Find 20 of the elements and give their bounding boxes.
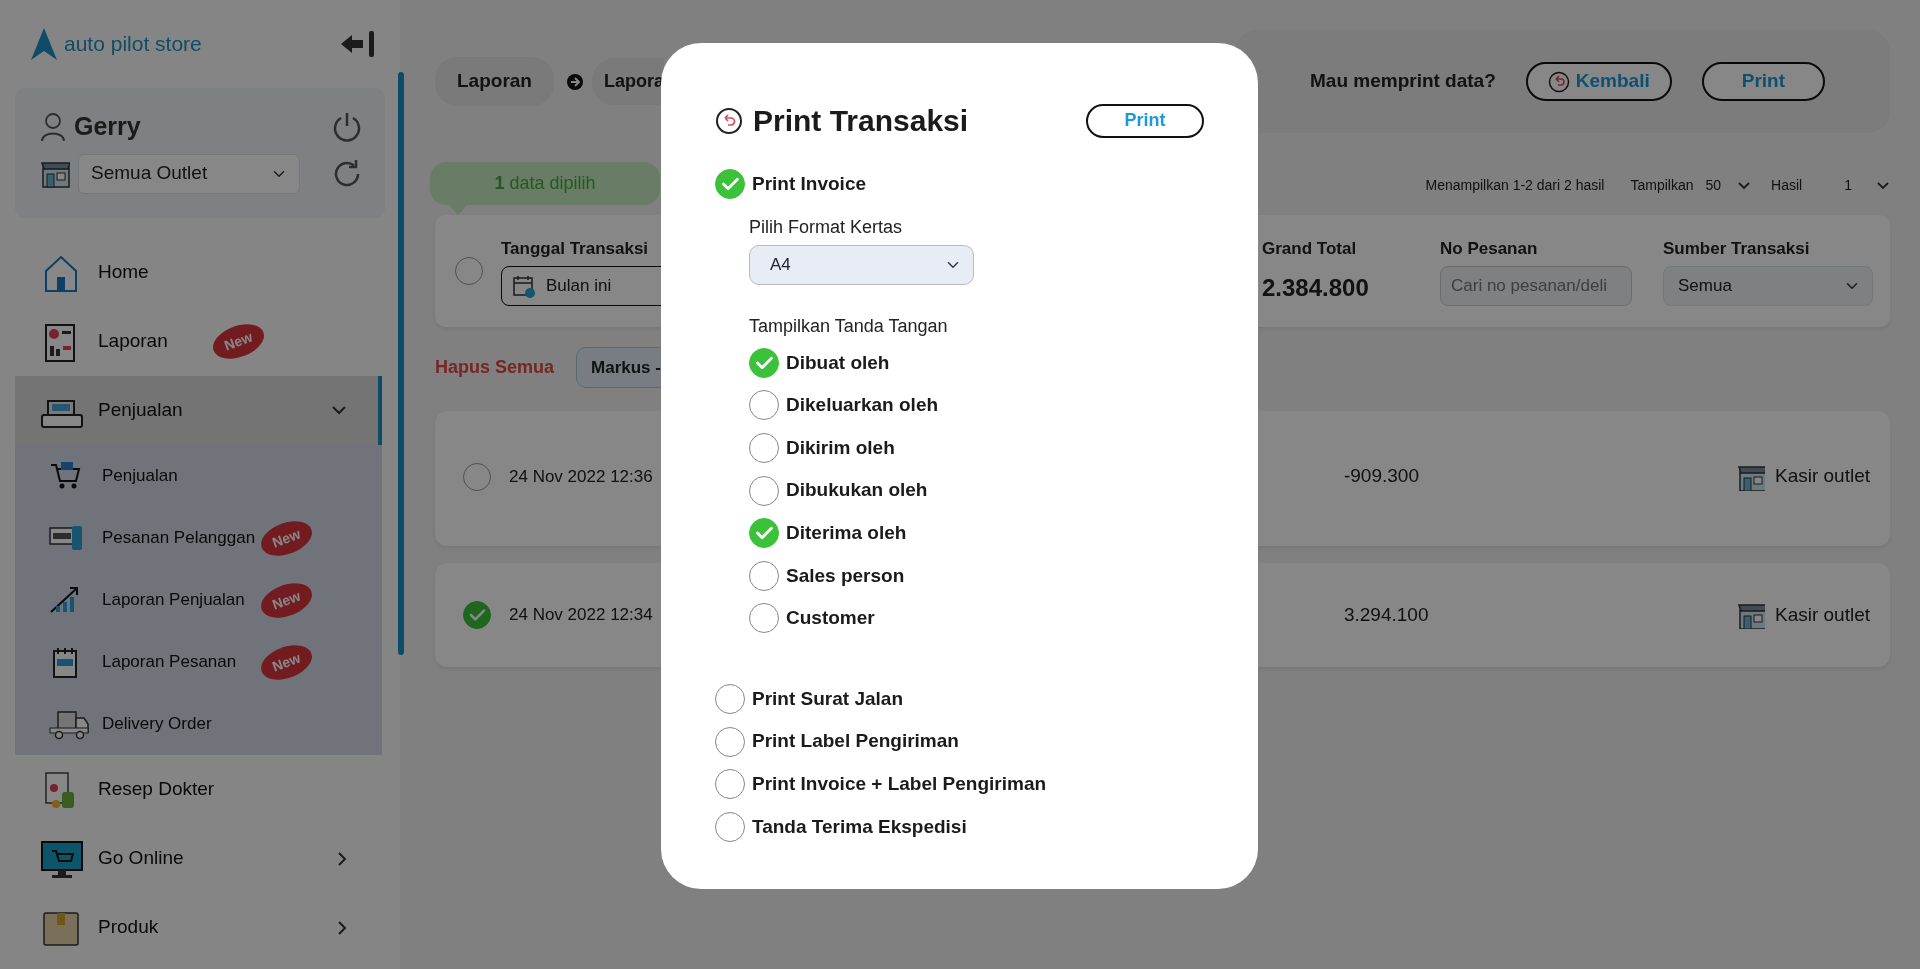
selection-tooltip: 1 data dipilih bbox=[430, 162, 660, 215]
user-name: Gerry bbox=[74, 111, 141, 142]
transaction-amount: 3.294.100 bbox=[1343, 602, 1430, 627]
transaction-source: Kasir outlet bbox=[1774, 602, 1870, 627]
filter-label: No Pesanan bbox=[1440, 238, 1539, 261]
field-label: Tampilkan Tanda Tangan bbox=[749, 314, 949, 338]
transaction-amount: -909.300 bbox=[1343, 464, 1420, 489]
filter-label: Tanggal Transaksi bbox=[501, 238, 650, 261]
per-page-label: Tampilkan bbox=[1630, 176, 1694, 195]
result-summary: Menampilkan 1-2 dari 2 hasil bbox=[1425, 176, 1605, 195]
filter-label: Grand Total bbox=[1262, 238, 1358, 261]
page-label: Hasil bbox=[1771, 176, 1803, 195]
field-label: Pilih Format Kertas bbox=[749, 215, 904, 239]
transaction-date: 24 Nov 2022 12:36 bbox=[509, 465, 653, 488]
dialog-title: Print Transaksi bbox=[753, 103, 969, 139]
filter-label: Sumber Transaksi bbox=[1663, 238, 1811, 261]
confirm-question: Mau memprint data? bbox=[1310, 69, 1496, 94]
transaction-source: Kasir outlet bbox=[1774, 464, 1870, 489]
grand-total-value: 2.384.800 bbox=[1262, 272, 1370, 303]
transaction-date: 24 Nov 2022 12:34 bbox=[509, 604, 653, 627]
